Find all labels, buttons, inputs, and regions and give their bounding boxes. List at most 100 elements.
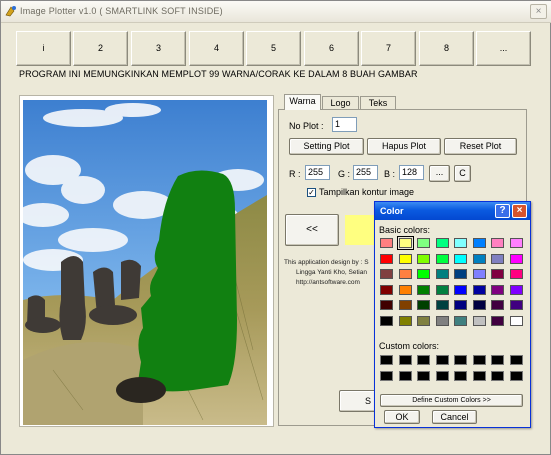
basic-color-swatch[interactable]: [398, 315, 412, 326]
custom-color-swatch[interactable]: [454, 355, 467, 365]
basic-color-swatch[interactable]: [435, 284, 449, 295]
info-text: PROGRAM INI MEMUNGKINKAN MEMPLOT 99 WARN…: [19, 69, 418, 79]
basic-color-swatch[interactable]: [396, 236, 414, 250]
c-button[interactable]: C: [454, 165, 471, 182]
image-button-5[interactable]: 5: [246, 31, 301, 66]
color-picker-button[interactable]: ...: [429, 165, 450, 182]
basic-color-swatch[interactable]: [435, 300, 449, 310]
basic-color-swatch[interactable]: [491, 238, 504, 248]
basic-color-swatch[interactable]: [454, 269, 467, 279]
define-custom-colors-button[interactable]: Define Custom Colors >>: [380, 394, 523, 407]
image-canvas[interactable]: [23, 100, 267, 425]
custom-color-swatch[interactable]: [509, 371, 523, 381]
image-button-3[interactable]: 3: [131, 31, 186, 66]
previous-button[interactable]: <<: [285, 214, 339, 246]
image-button-8[interactable]: 8: [419, 31, 474, 66]
custom-color-swatch[interactable]: [435, 371, 449, 381]
tab-logo[interactable]: Logo: [322, 96, 359, 110]
bottom-button-partial[interactable]: S: [339, 390, 379, 412]
tab-teks[interactable]: Teks: [360, 96, 396, 110]
basic-color-swatch[interactable]: [380, 284, 393, 295]
basic-color-swatch[interactable]: [435, 269, 449, 279]
basic-color-swatch[interactable]: [509, 315, 523, 326]
custom-color-swatch[interactable]: [491, 371, 504, 381]
basic-color-swatch[interactable]: [454, 300, 467, 310]
basic-color-swatch[interactable]: [509, 284, 523, 295]
basic-color-swatch[interactable]: [454, 284, 467, 295]
custom-color-swatch[interactable]: [417, 355, 430, 365]
basic-color-swatch[interactable]: [380, 300, 393, 310]
custom-color-swatch[interactable]: [491, 355, 504, 365]
basic-color-swatch[interactable]: [491, 253, 504, 264]
no-plot-input[interactable]: 1: [332, 117, 357, 132]
basic-color-swatch[interactable]: [454, 315, 467, 326]
basic-color-swatch[interactable]: [380, 315, 393, 326]
basic-color-swatch[interactable]: [398, 269, 412, 279]
basic-color-swatch[interactable]: [509, 253, 523, 264]
hapus-plot-button[interactable]: Hapus Plot: [367, 138, 441, 155]
custom-color-swatch[interactable]: [435, 355, 449, 365]
basic-color-swatch[interactable]: [417, 315, 430, 326]
basic-color-swatch[interactable]: [454, 253, 467, 264]
title-bar: Image Plotter v1.0 ( SMARTLINK SOFT INSI…: [1, 1, 551, 23]
basic-color-swatch[interactable]: [435, 315, 449, 326]
b-input[interactable]: 128: [399, 165, 424, 180]
image-button-7[interactable]: 7: [361, 31, 416, 66]
reset-plot-button[interactable]: Reset Plot: [444, 138, 517, 155]
custom-color-swatch[interactable]: [398, 371, 412, 381]
tab-warna[interactable]: Warna: [284, 94, 321, 110]
custom-color-swatch[interactable]: [417, 371, 430, 381]
basic-color-swatch[interactable]: [417, 238, 430, 248]
image-button-1[interactable]: i: [16, 31, 71, 66]
basic-color-swatch[interactable]: [454, 238, 467, 248]
basic-color-swatch[interactable]: [398, 253, 412, 264]
basic-color-swatch[interactable]: [380, 269, 393, 279]
ok-button[interactable]: OK: [384, 410, 420, 424]
basic-color-swatch[interactable]: [472, 284, 486, 295]
basic-color-swatch[interactable]: [472, 315, 486, 326]
basic-color-swatch[interactable]: [509, 238, 523, 248]
basic-color-swatch[interactable]: [380, 253, 393, 264]
basic-color-swatch[interactable]: [491, 315, 504, 326]
basic-color-swatch[interactable]: [398, 284, 412, 295]
basic-color-swatch[interactable]: [472, 269, 486, 279]
credits-line-2: Lingga Yanti Kho, Setian: [296, 269, 367, 276]
help-icon[interactable]: ?: [495, 204, 510, 218]
r-input[interactable]: 255: [305, 165, 330, 180]
setting-plot-button[interactable]: Setting Plot: [289, 138, 364, 155]
basic-color-swatch[interactable]: [472, 238, 486, 248]
custom-colors-label: Custom colors:: [379, 341, 440, 351]
basic-color-swatch[interactable]: [509, 269, 523, 279]
show-contour-checkbox[interactable]: ✓: [307, 188, 316, 197]
custom-color-swatch[interactable]: [472, 371, 486, 381]
basic-color-swatch[interactable]: [417, 300, 430, 310]
basic-color-swatch[interactable]: [472, 253, 486, 264]
basic-color-swatch[interactable]: [417, 269, 430, 279]
image-button-6[interactable]: 6: [304, 31, 359, 66]
custom-color-swatch[interactable]: [380, 371, 393, 381]
image-button-more[interactable]: ...: [476, 31, 531, 66]
basic-color-swatch[interactable]: [417, 253, 430, 264]
basic-color-swatch[interactable]: [398, 300, 412, 310]
basic-color-swatch[interactable]: [472, 300, 486, 310]
close-icon[interactable]: ×: [512, 204, 527, 218]
custom-color-swatch[interactable]: [454, 371, 467, 381]
custom-color-swatch[interactable]: [509, 355, 523, 365]
basic-color-swatch[interactable]: [435, 238, 449, 248]
basic-color-swatch[interactable]: [491, 300, 504, 310]
image-button-2[interactable]: 2: [73, 31, 128, 66]
custom-color-swatch[interactable]: [380, 355, 393, 365]
basic-color-swatch[interactable]: [380, 238, 393, 248]
basic-color-swatch[interactable]: [491, 269, 504, 279]
basic-color-swatch[interactable]: [435, 253, 449, 264]
basic-color-swatch[interactable]: [509, 300, 523, 310]
image-button-4[interactable]: 4: [189, 31, 244, 66]
basic-color-swatch[interactable]: [417, 284, 430, 295]
custom-color-swatch[interactable]: [398, 355, 412, 365]
custom-color-swatch[interactable]: [472, 355, 486, 365]
credits-line-3: http://antsoftware.com: [296, 279, 360, 286]
window-close-button[interactable]: ×: [530, 4, 547, 19]
cancel-button[interactable]: Cancel: [432, 410, 477, 424]
g-input[interactable]: 255: [353, 165, 378, 180]
basic-color-swatch[interactable]: [491, 284, 504, 295]
